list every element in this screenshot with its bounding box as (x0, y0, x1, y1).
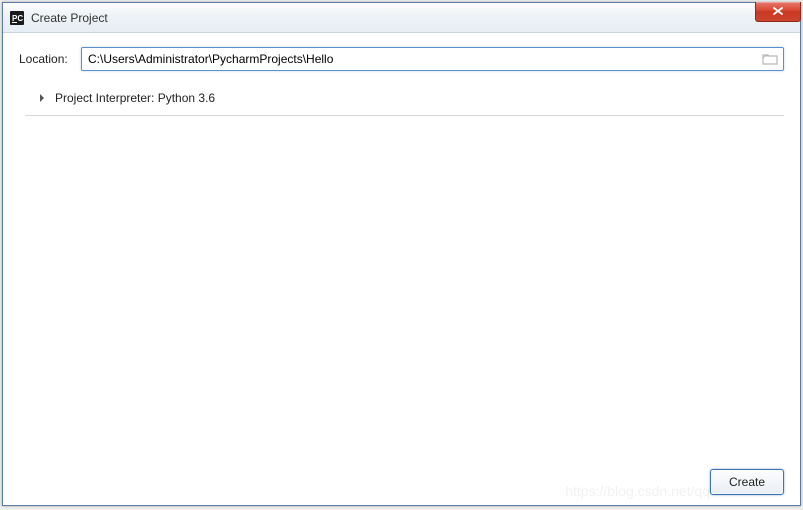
titlebar[interactable]: PC Create Project (3, 3, 800, 33)
window-title: Create Project (31, 11, 108, 25)
svg-text:PC: PC (12, 14, 23, 23)
location-input[interactable] (81, 47, 784, 71)
location-row: Location: (19, 47, 784, 71)
dialog-content: Location: Project Interpreter: Python 3.… (3, 33, 800, 505)
pycharm-icon: PC (9, 10, 25, 26)
create-project-dialog: PC Create Project Location: (2, 2, 801, 506)
location-label: Location: (19, 52, 81, 66)
create-button[interactable]: Create (710, 469, 784, 495)
folder-icon[interactable] (762, 52, 778, 66)
location-input-wrap (81, 47, 784, 71)
interpreter-row[interactable]: Project Interpreter: Python 3.6 (25, 87, 784, 116)
close-icon (773, 6, 783, 18)
dialog-footer: Create (19, 461, 784, 495)
close-button[interactable] (755, 2, 801, 22)
interpreter-label: Project Interpreter: Python 3.6 (55, 91, 215, 105)
chevron-right-icon[interactable] (37, 93, 47, 103)
